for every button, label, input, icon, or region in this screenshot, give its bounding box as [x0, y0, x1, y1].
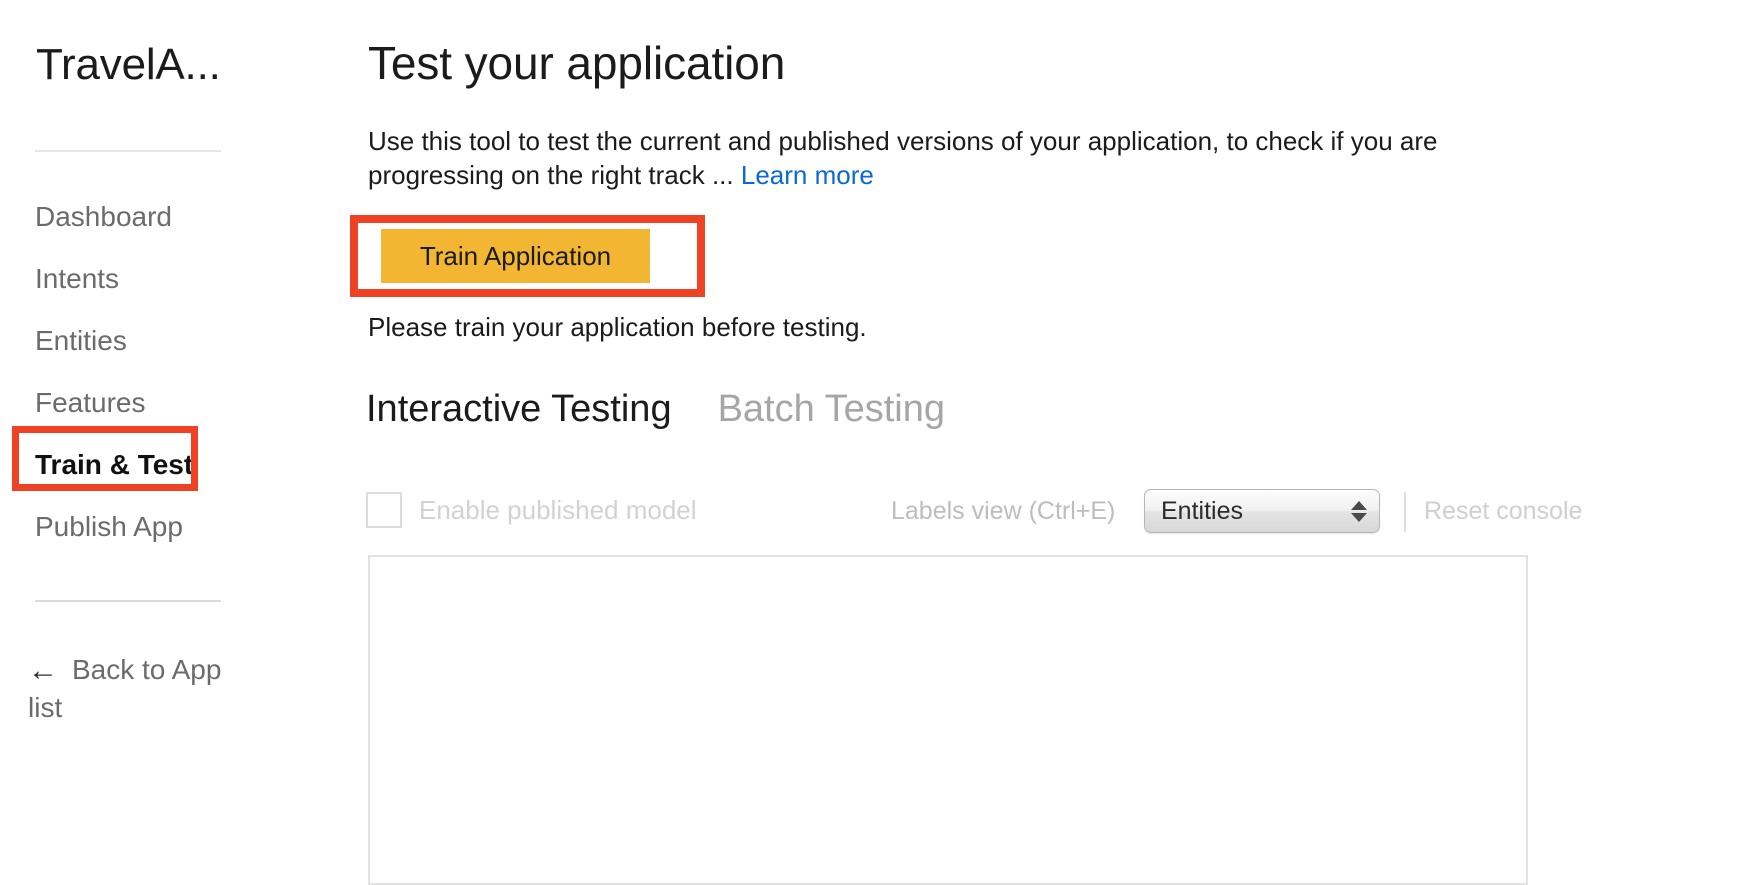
enable-published-model-group[interactable]: Enable published model — [366, 492, 697, 528]
sidebar-item-label: Features — [35, 387, 146, 418]
train-application-button[interactable]: Train Application — [381, 229, 650, 283]
sidebar-item-label: Dashboard — [35, 201, 172, 232]
sidebar-item-entities[interactable]: Entities — [0, 310, 360, 372]
main-content: Test your application Use this tool to t… — [350, 0, 1754, 885]
sidebar: TravelA... Dashboard Intents Entities Fe… — [0, 0, 360, 878]
sidebar-item-label: Entities — [35, 325, 127, 356]
page-description-text: Use this tool to test the current and pu… — [368, 126, 1438, 190]
arrow-left-icon: ← — [28, 654, 58, 687]
testing-tabs: Interactive Testing Batch Testing — [366, 388, 945, 432]
sidebar-item-publish-app[interactable]: Publish App — [0, 496, 360, 558]
stepper-arrows-icon[interactable] — [1349, 495, 1369, 527]
tab-interactive-testing[interactable]: Interactive Testing — [366, 388, 672, 432]
chevron-up-icon — [1351, 500, 1367, 510]
chevron-down-icon — [1351, 512, 1367, 522]
back-to-app-list-link[interactable]: ← Back to App list — [28, 652, 258, 726]
page-title: Test your application — [368, 37, 786, 89]
enable-published-model-checkbox[interactable] — [366, 492, 402, 528]
testing-toolbar: Enable published model Labels view (Ctrl… — [366, 489, 1582, 548]
enable-published-model-label: Enable published model — [419, 494, 697, 525]
sidebar-item-intents[interactable]: Intents — [0, 248, 360, 310]
train-required-hint: Please train your application before tes… — [368, 312, 867, 342]
tab-label: Interactive Testing — [366, 388, 672, 430]
reset-console-button[interactable]: Reset console — [1424, 497, 1582, 526]
sidebar-item-features[interactable]: Features — [0, 372, 360, 434]
toolbar-divider — [1404, 492, 1406, 532]
sidebar-item-label: Intents — [35, 263, 120, 294]
labels-view-select[interactable]: Entities — [1144, 489, 1380, 533]
tab-label: Batch Testing — [717, 388, 946, 430]
app-title: TravelA... — [36, 40, 221, 89]
sidebar-nav: Dashboard Intents Entities Features Trai… — [0, 186, 360, 558]
interactive-testing-console[interactable] — [368, 555, 1528, 885]
learn-more-link[interactable]: Learn more — [741, 160, 874, 190]
sidebar-item-label: Train & Test — [35, 449, 194, 480]
sidebar-item-label: Publish App — [35, 511, 183, 542]
sidebar-divider-top — [35, 150, 221, 152]
labels-view-label: Labels view (Ctrl+E) — [891, 497, 1116, 525]
sidebar-item-dashboard[interactable]: Dashboard — [0, 186, 360, 248]
page-description: Use this tool to test the current and pu… — [368, 124, 1498, 192]
sidebar-item-train-and-test[interactable]: Train & Test — [0, 434, 360, 496]
labels-view-select-value: Entities — [1161, 497, 1243, 525]
sidebar-divider-bottom — [35, 600, 221, 602]
luis-app-window: TravelA... Dashboard Intents Entities Fe… — [0, 0, 1754, 885]
tab-batch-testing[interactable]: Batch Testing — [718, 388, 945, 432]
